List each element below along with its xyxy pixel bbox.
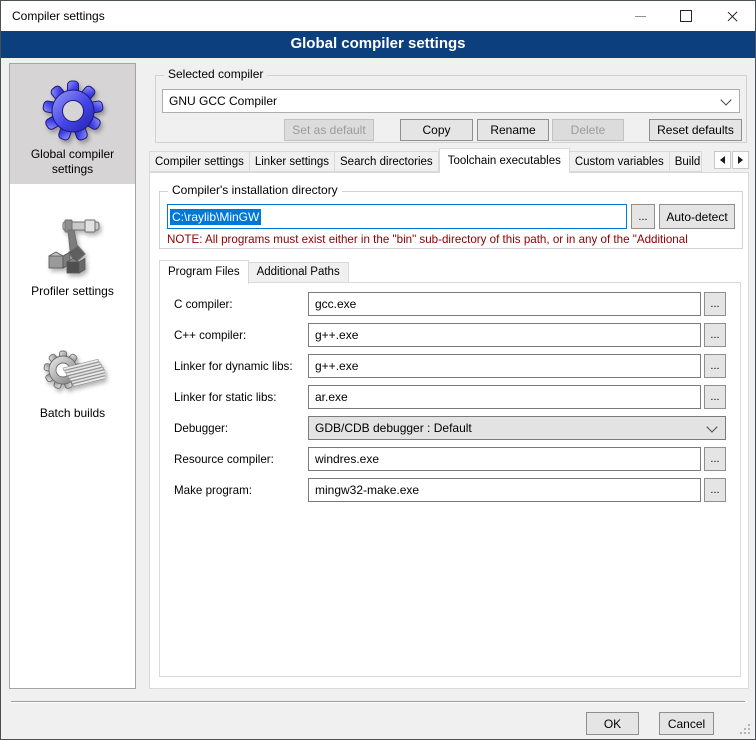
linker-static-value: ar.exe [315,390,348,404]
chevron-down-icon [720,94,731,105]
linker-dynamic-value: g++.exe [315,359,358,373]
form-row: Linker for dynamic libs: g++.exe ... [174,354,726,378]
field-label: Linker for static libs: [174,391,308,404]
form-row: Make program: mingw32-make.exe ... [174,478,726,502]
main-content: Selected compiler GNU GCC Compiler Set a… [149,63,749,689]
chevron-down-icon [706,421,717,432]
close-button[interactable] [709,1,755,31]
linker-static-browse-button[interactable]: ... [704,385,726,409]
toolchain-executables-page: Compiler's installation directory C:\ray… [149,172,749,689]
compiler-buttons-row: Set as default Copy Rename Delete Reset … [162,119,742,141]
window-controls [617,1,755,31]
field-label: C++ compiler: [174,329,308,342]
maximize-button[interactable] [663,1,709,31]
minimize-icon [635,16,646,17]
program-files-panel: C compiler: gcc.exe ... C++ compiler: g+… [159,282,741,677]
gray-gear-stack-icon [41,338,105,402]
field-label: Linker for dynamic libs: [174,360,308,373]
resize-grip[interactable] [748,732,750,734]
sidebar-item-global-compiler-settings[interactable]: Global compiler settings [10,64,135,184]
subtab-additional-paths[interactable]: Additional Paths [249,262,349,283]
ok-button[interactable]: OK [586,712,639,735]
sub-tab-strip: Program Files Additional Paths [159,259,349,283]
installation-directory-row: C:\raylib\MinGW ... Auto-detect [167,204,735,229]
window-title: Compiler settings [12,9,105,23]
tab-scroll-right-button[interactable] [732,151,749,169]
caliper-profiler-icon [41,216,105,280]
c-compiler-value: gcc.exe [315,297,356,311]
main-tab-strip: Compiler settings Linker settings Search… [149,147,749,172]
cpp-compiler-value: g++.exe [315,328,358,342]
titlebar: Compiler settings [1,1,755,31]
sidebar-item-label: Global compiler settings [10,147,135,177]
tab-toolchain-executables[interactable]: Toolchain executables [439,148,570,173]
resource-compiler-value: windres.exe [315,452,379,466]
rename-button[interactable]: Rename [477,119,549,141]
set-as-default-button[interactable]: Set as default [284,119,374,141]
tab-linker-settings[interactable]: Linker settings [250,151,335,172]
reset-defaults-button[interactable]: Reset defaults [649,119,742,141]
installation-directory-value: C:\raylib\MinGW [170,209,261,225]
installation-directory-group: Compiler's installation directory C:\ray… [159,191,743,249]
cpp-compiler-input[interactable]: g++.exe [308,323,701,347]
settings-category-list: Global compiler settings [9,63,136,689]
make-program-value: mingw32-make.exe [315,483,419,497]
compiler-select-value: GNU GCC Compiler [169,94,277,108]
linker-dynamic-input[interactable]: g++.exe [308,354,701,378]
sidebar-item-batch-builds[interactable]: Batch builds [10,312,135,428]
group-legend: Selected compiler [164,67,267,81]
c-compiler-input[interactable]: gcc.exe [308,292,701,316]
page-title: Global compiler settings [1,31,755,58]
resource-compiler-input[interactable]: windres.exe [308,447,701,471]
footer-separator [11,701,745,702]
minimize-button[interactable] [617,1,663,31]
linker-dynamic-browse-button[interactable]: ... [704,354,726,378]
delete-button[interactable]: Delete [552,119,624,141]
field-label: C compiler: [174,298,308,311]
form-row: C++ compiler: g++.exe ... [174,323,726,347]
close-icon [726,10,739,23]
cpp-compiler-browse-button[interactable]: ... [704,323,726,347]
subtab-program-files[interactable]: Program Files [159,260,249,284]
tab-compiler-settings[interactable]: Compiler settings [149,151,250,172]
sidebar-item-profiler-settings[interactable]: Profiler settings [10,190,135,306]
form-row: Debugger: GDB/CDB debugger : Default [174,416,726,440]
field-label: Make program: [174,484,308,497]
c-compiler-browse-button[interactable]: ... [704,292,726,316]
sidebar-item-label: Batch builds [36,406,109,421]
compiler-select[interactable]: GNU GCC Compiler [162,89,740,113]
selected-compiler-group: Selected compiler GNU GCC Compiler Set a… [155,75,747,143]
form-row: Resource compiler: windres.exe ... [174,447,726,471]
installation-note: NOTE: All programs must exist either in … [167,233,741,246]
tab-search-directories[interactable]: Search directories [335,151,439,172]
installation-directory-input[interactable]: C:\raylib\MinGW [167,204,627,229]
compiler-settings-dialog: Compiler settings Global compiler settin… [0,0,756,740]
installation-directory-browse-button[interactable]: ... [631,204,655,229]
resource-compiler-browse-button[interactable]: ... [704,447,726,471]
linker-static-input[interactable]: ar.exe [308,385,701,409]
tab-custom-variables[interactable]: Custom variables [570,151,670,172]
maximize-icon [680,10,692,22]
group-legend: Compiler's installation directory [168,183,342,197]
tab-build-options[interactable]: Build [670,151,702,172]
cancel-button[interactable]: Cancel [659,712,714,735]
blue-gear-icon [41,79,105,143]
make-program-input[interactable]: mingw32-make.exe [308,478,701,502]
field-label: Resource compiler: [174,453,308,466]
sidebar-item-label: Profiler settings [27,284,118,299]
tab-scroll-left-button[interactable] [714,151,731,169]
arrow-left-icon [720,156,725,164]
debugger-select[interactable]: GDB/CDB debugger : Default [308,416,726,440]
field-label: Debugger: [174,422,308,435]
auto-detect-button[interactable]: Auto-detect [659,204,735,229]
form-row: C compiler: gcc.exe ... [174,292,726,316]
arrow-right-icon [738,156,743,164]
make-program-browse-button[interactable]: ... [704,478,726,502]
debugger-select-value: GDB/CDB debugger : Default [315,421,472,435]
form-row: Linker for static libs: ar.exe ... [174,385,726,409]
copy-button[interactable]: Copy [400,119,473,141]
tab-scroll-arrows [713,151,749,169]
